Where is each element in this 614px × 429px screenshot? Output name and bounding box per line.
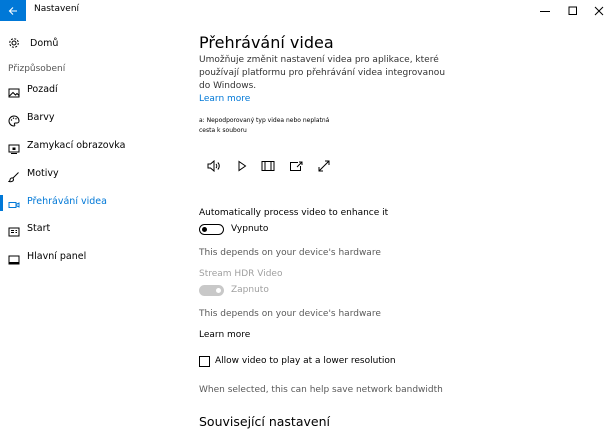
page-title: Přehrávání videa xyxy=(199,33,334,52)
sidebar-item-label: Pozadí xyxy=(27,84,58,95)
back-button[interactable] xyxy=(0,0,26,21)
learn-more-link-2[interactable]: Learn more xyxy=(199,330,250,340)
related-settings-heading: Související nastavení xyxy=(199,414,330,429)
aspect-icon xyxy=(261,157,275,176)
page-description: Umožňuje změnit nastavení videa pro apli… xyxy=(199,54,459,106)
sidebar-item-colors[interactable]: Barvy xyxy=(0,108,188,130)
lower-resolution-label[interactable]: Allow video to play at a lower resolutio… xyxy=(215,356,396,366)
brush-icon xyxy=(7,168,22,183)
close-button[interactable] xyxy=(584,0,614,21)
sidebar-item-taskbar[interactable]: Hlavní panel xyxy=(0,247,188,269)
palette-icon xyxy=(8,112,22,127)
sidebar-item-themes[interactable]: Motivy xyxy=(0,164,188,186)
sidebar-item-home[interactable]: Domů xyxy=(8,36,58,50)
gear-icon xyxy=(8,34,20,53)
picture-icon xyxy=(8,84,22,98)
cast-button[interactable] xyxy=(288,159,304,173)
hdr-label: Stream HDR Video xyxy=(199,269,283,279)
description-text: Umožňuje změnit nastavení videa pro apli… xyxy=(199,55,446,91)
play-icon xyxy=(237,157,247,176)
window-title: Nastavení xyxy=(34,4,80,14)
sidebar-item-lock-screen[interactable]: Zamykací obrazovka xyxy=(0,136,188,158)
sidebar-item-label: Start xyxy=(27,223,51,234)
cast-icon xyxy=(289,157,303,176)
toggle-knob xyxy=(216,287,221,293)
auto-process-note: This depends on your device's hardware xyxy=(199,248,381,258)
sidebar-item-label: Hlavní panel xyxy=(27,251,87,262)
hdr-note: This depends on your device's hardware xyxy=(199,309,381,319)
hdr-toggle[interactable] xyxy=(199,285,224,296)
sidebar-item-label: Domů xyxy=(30,37,59,49)
fullscreen-icon xyxy=(317,157,331,176)
sidebar-item-label: Přehrávání videa xyxy=(27,196,107,207)
sidebar-item-label: Zamykací obrazovka xyxy=(27,140,126,151)
start-icon xyxy=(8,223,22,237)
lower-resolution-note: When selected, this can help save networ… xyxy=(199,385,443,395)
aspect-ratio-button[interactable] xyxy=(260,159,276,173)
minimize-icon xyxy=(540,1,550,20)
sidebar-item-background[interactable]: Pozadí xyxy=(0,80,188,102)
sidebar-item-label: Motivy xyxy=(27,168,59,179)
play-button[interactable] xyxy=(234,159,250,173)
minimize-button[interactable] xyxy=(530,0,560,21)
sidebar-section-title: Přizpůsobení xyxy=(8,64,66,74)
hdr-state: Zapnuto xyxy=(231,285,269,295)
sidebar-item-start[interactable]: Start xyxy=(0,219,188,241)
sidebar-item-video-playback[interactable]: Přehrávání videa xyxy=(0,192,188,214)
sidebar-item-label: Barvy xyxy=(27,112,55,123)
volume-icon xyxy=(207,157,221,176)
lower-resolution-checkbox[interactable] xyxy=(199,356,210,367)
video-icon xyxy=(8,196,22,210)
video-error-message: a: Nepodporovaný typ videa nebo neplatná… xyxy=(199,117,330,134)
title-bar: Nastavení xyxy=(0,0,614,21)
back-arrow-icon xyxy=(8,1,18,20)
auto-process-label: Automatically process video to enhance i… xyxy=(199,208,389,218)
active-indicator xyxy=(0,195,3,211)
auto-process-state: Vypnuto xyxy=(231,224,269,234)
volume-button[interactable] xyxy=(206,159,222,173)
toggle-knob xyxy=(202,226,207,232)
lock-screen-icon xyxy=(8,140,22,154)
taskbar-icon xyxy=(8,251,22,265)
learn-more-link[interactable]: Learn more xyxy=(199,94,250,104)
fullscreen-button[interactable] xyxy=(316,159,332,173)
maximize-icon xyxy=(568,1,578,20)
auto-process-toggle[interactable] xyxy=(199,224,224,235)
sidebar: Domů Přizpůsobení Pozadí Barvy Zamykací … xyxy=(0,21,188,426)
close-icon xyxy=(594,1,604,20)
